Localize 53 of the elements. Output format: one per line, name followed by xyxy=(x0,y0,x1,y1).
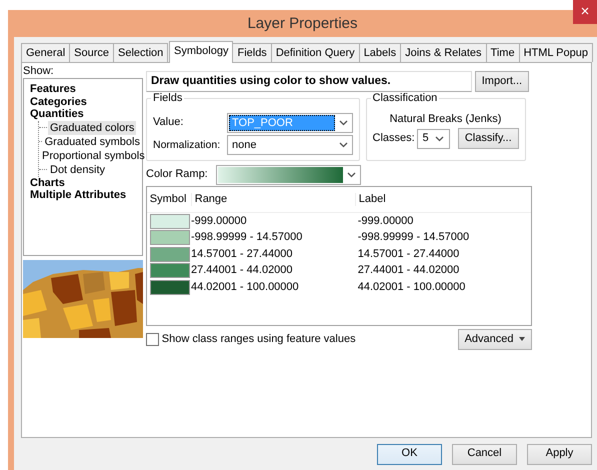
classify-button[interactable]: Classify... xyxy=(458,128,519,150)
tree-item[interactable]: Multiple Attributes xyxy=(30,189,126,202)
color-swatch[interactable] xyxy=(150,214,190,229)
tree-item[interactable]: Proportional symbols xyxy=(40,148,147,163)
tree-item[interactable]: Graduated symbols xyxy=(42,134,142,149)
color-swatch[interactable] xyxy=(150,230,190,246)
tree-item[interactable]: Categories xyxy=(30,96,87,108)
tab[interactable]: General xyxy=(21,43,70,62)
tab[interactable]: HTML Popup xyxy=(518,43,593,62)
cancel-button[interactable]: Cancel xyxy=(452,444,517,464)
classification-method: Natural Breaks (Jenks) xyxy=(388,112,502,126)
table-cell-text: 27.44001 - 44.02000 xyxy=(191,264,294,278)
field-label: Value: xyxy=(153,116,184,130)
table-cell-text: 44.02001 - 100.00000 xyxy=(191,280,300,294)
window-title: Layer Properties xyxy=(247,14,358,32)
table-cell-text: 44.02001 - 100.00000 xyxy=(356,280,466,294)
color-swatch[interactable] xyxy=(150,280,190,295)
color-ramp-icon xyxy=(218,167,343,183)
tab[interactable]: Symbology xyxy=(169,41,234,63)
show-label: Show: xyxy=(23,65,55,78)
tree-item[interactable]: Features xyxy=(30,83,76,96)
column-header: Symbol xyxy=(148,192,188,206)
color-swatch[interactable] xyxy=(150,246,190,262)
table-cell-text: 27.44001 - 44.02000 xyxy=(356,264,460,278)
advanced-button[interactable]: Advanced xyxy=(458,328,532,350)
description-text: Draw quantities using color to show values. xyxy=(146,71,472,92)
color-swatch[interactable] xyxy=(150,263,190,278)
tree-item[interactable]: Graduated colors xyxy=(48,120,136,135)
table-cell-text: -998.99999 - 14.57000 xyxy=(356,231,470,244)
table-cell-text: -999.00000 xyxy=(191,214,248,228)
close-button[interactable]: × xyxy=(573,0,597,24)
dropdown-arrow-icon[interactable] xyxy=(519,337,525,342)
normalization-dropdown[interactable]: none xyxy=(227,135,353,156)
classes-dropdown[interactable]: 5 xyxy=(417,128,450,149)
table-cell-text: 14.57001 - 27.44000 xyxy=(191,248,294,261)
table-cell-text: 14.57001 - 27.44000 xyxy=(356,248,460,261)
tree-item[interactable]: Dot density xyxy=(48,162,108,177)
column-header: Label xyxy=(355,192,515,206)
import-button[interactable]: Import... xyxy=(474,71,530,92)
table-cell-text: -998.99999 - 14.57000 xyxy=(191,231,304,244)
column-header: Range xyxy=(191,192,355,206)
color-ramp-label: Color Ramp: xyxy=(146,168,209,182)
table-cell-text: -999.00000 xyxy=(356,214,414,228)
checkbox-label: Show class ranges using feature values xyxy=(162,332,356,346)
color-ramp-dropdown[interactable] xyxy=(216,165,361,185)
tree-item[interactable]: Charts xyxy=(30,176,65,189)
apply-button[interactable]: Apply xyxy=(527,444,592,464)
checkbox[interactable] xyxy=(146,332,159,346)
tab[interactable]: Selection xyxy=(113,43,168,62)
ok-button[interactable]: OK xyxy=(377,444,442,464)
field-label: Normalization: xyxy=(153,138,222,152)
tree-item[interactable]: Quantities xyxy=(30,108,84,120)
classes-label: Classes: xyxy=(372,132,415,146)
